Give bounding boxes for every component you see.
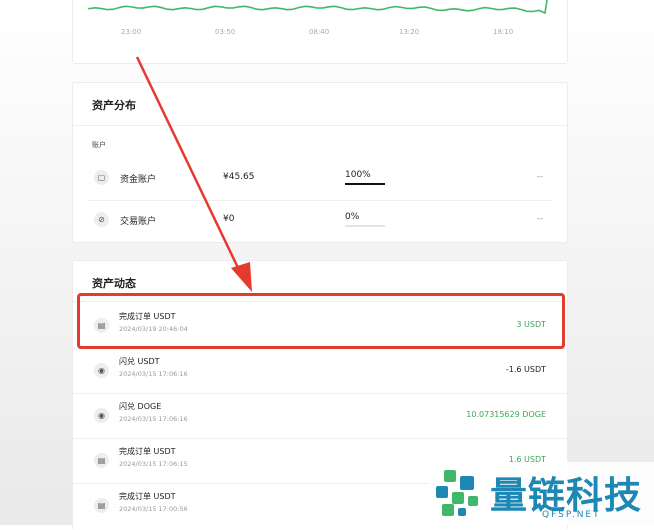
time-tick: 08:40: [309, 28, 330, 36]
account-row-funding[interactable]: ▢ 资金账户 ¥45.65 100% --: [73, 164, 567, 194]
asset-allocation-card: 资产分布 账户 ▢ 资金账户 ¥45.65 100% -- ⊘ 交易账户 ¥0 …: [72, 82, 568, 243]
watermark: 量链科技 QFSP.NET: [430, 462, 654, 525]
transaction-title: 闪兑 USDT: [119, 357, 160, 366]
transaction-row[interactable]: ◉ 闪兑 DOGE 2024/03/15 17:06:16 10.0731562…: [73, 394, 567, 439]
account-action-dash[interactable]: --: [537, 214, 544, 224]
price-line: [88, 0, 548, 15]
account-name: 资金账户: [120, 175, 157, 185]
account-progress-bar: [345, 225, 385, 227]
transaction-amount: 10.07315629 DOGE: [466, 410, 546, 419]
transaction-row[interactable]: ◉ 闪兑 USDT 2024/03/15 17:06:16 -1.6 USDT: [73, 349, 567, 394]
account-progress-bar: [345, 183, 385, 185]
account-percent: 0%: [345, 212, 360, 222]
transaction-time: 2024/03/15 17:06:16: [119, 370, 188, 378]
watermark-url: QFSP.NET: [542, 510, 601, 520]
swap-icon: ◉: [94, 363, 109, 378]
price-chart-card: 23:00 03:50 08:40 13:20 18:10: [72, 0, 568, 64]
transaction-title: 闪兑 DOGE: [119, 402, 162, 411]
account-name: 交易账户: [120, 217, 157, 227]
transaction-time: 2024/03/15 17:06:15: [119, 460, 188, 468]
section-title: 资产动态: [92, 277, 136, 290]
account-sub-label: 账户: [92, 141, 106, 149]
swap-icon: ◉: [94, 408, 109, 423]
section-title: 资产分布: [92, 99, 136, 112]
account-progress-fill: [345, 183, 385, 185]
watermark-logo-icon: [436, 470, 478, 516]
account-balance: ¥0: [223, 214, 235, 224]
order-icon: ▤: [94, 498, 109, 513]
transaction-time: 2024/03/15 17:00:56: [119, 505, 188, 513]
annotation-highlight-box: [77, 293, 565, 349]
account-action-dash[interactable]: --: [537, 172, 544, 182]
transaction-title: 完成订单 USDT: [119, 447, 176, 456]
account-balance: ¥45.65: [223, 172, 255, 182]
divider: [73, 125, 567, 126]
wallet-icon: ▢: [94, 170, 109, 185]
exchange-icon: ⊘: [94, 212, 109, 227]
time-tick: 23:00: [121, 28, 142, 36]
account-percent: 100%: [345, 170, 371, 180]
transaction-amount: -1.6 USDT: [505, 365, 546, 374]
time-tick: 03:50: [215, 28, 236, 36]
time-tick: 18:10: [493, 28, 514, 36]
order-icon: ▤: [94, 453, 109, 468]
transaction-time: 2024/03/15 17:06:16: [119, 415, 188, 423]
divider: [89, 200, 551, 201]
account-row-trading[interactable]: ⊘ 交易账户 ¥0 0% --: [73, 206, 567, 236]
transaction-title: 完成订单 USDT: [119, 492, 176, 501]
time-tick: 13:20: [399, 28, 420, 36]
